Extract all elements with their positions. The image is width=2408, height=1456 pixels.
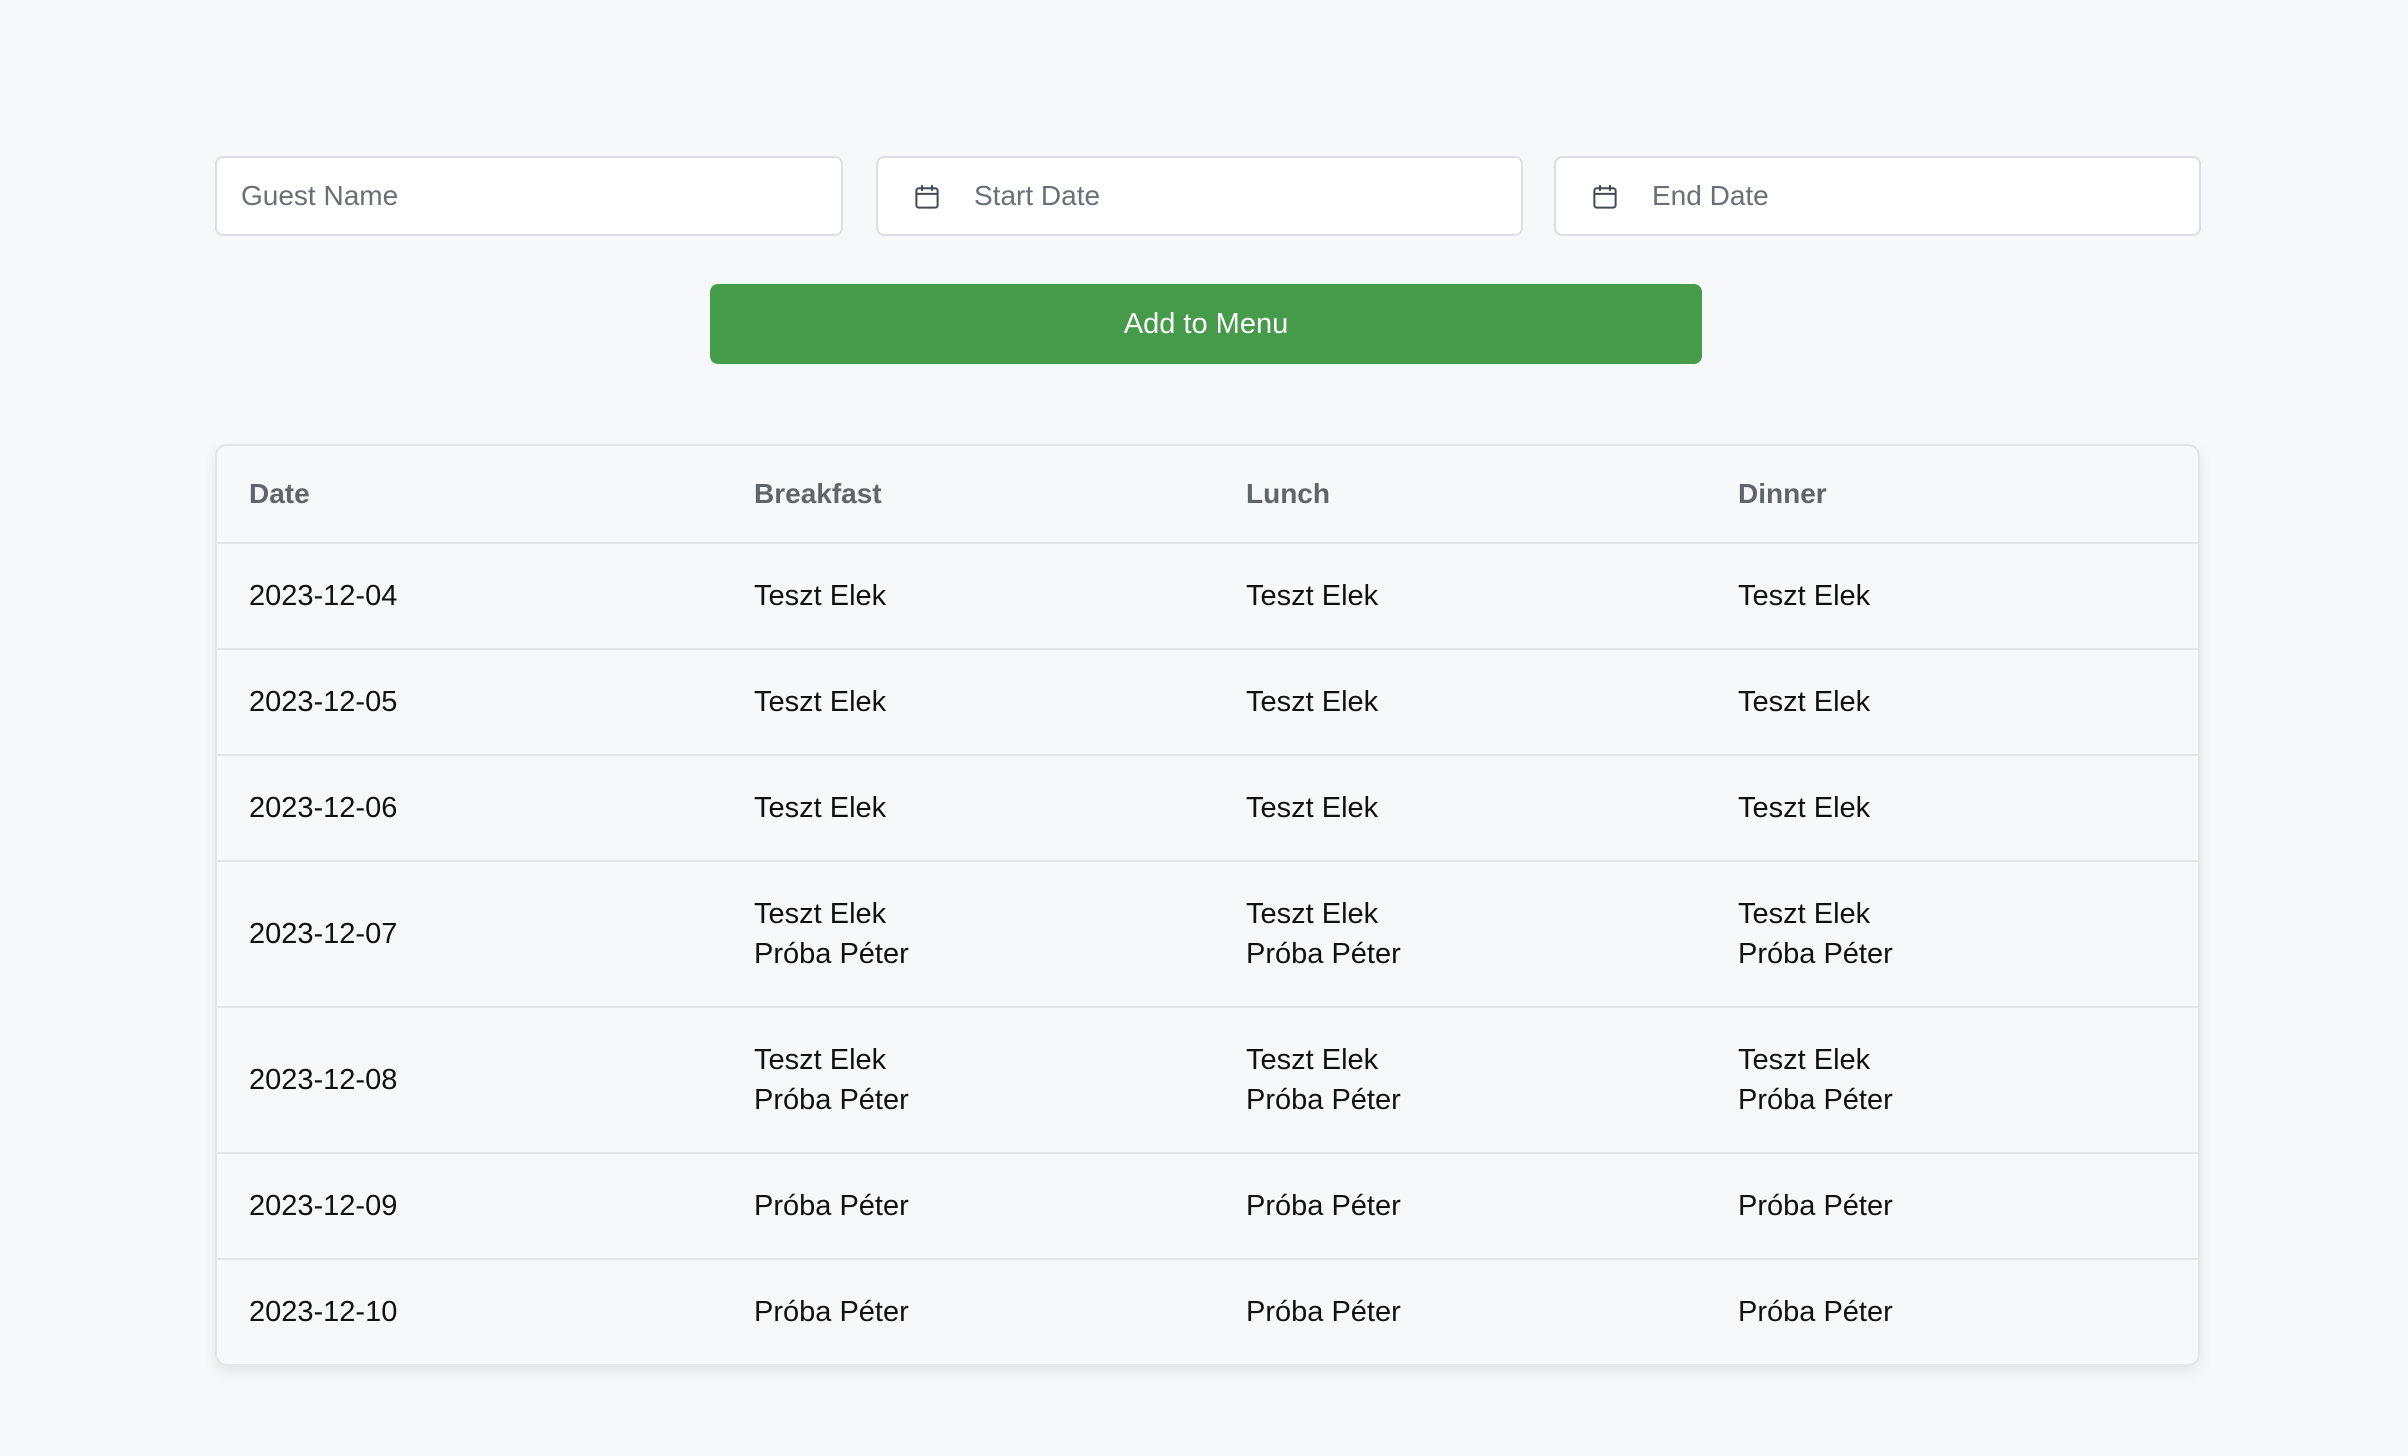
cell-breakfast: Teszt Elek [722,649,1214,756]
table-body: 2023-12-04 Teszt Elek Teszt Elek Teszt Elek… [217,543,2198,1364]
calendar-icon[interactable] [912,182,942,212]
cell-lunch: Próba Péter [1214,1153,1706,1260]
table-header: Date Breakfast Lunch Dinner [217,446,2198,544]
guest-name: Teszt Elek [1246,1044,1379,1076]
table-row: 2023-12-04 Teszt Elek Teszt Elek Teszt Elek [217,543,2198,650]
guest-name-field[interactable] [215,156,843,236]
guest-name-input[interactable] [241,158,821,234]
cell-breakfast: Teszt Elek Próba Péter [722,1007,1214,1154]
cell-lunch: Teszt Elek [1214,649,1706,756]
table-row: 2023-12-09 Próba Péter Próba Péter Próba Pé… [217,1153,2198,1260]
guest-name: Teszt Elek [1246,686,1379,718]
guest-name: Teszt Elek [1738,792,1871,824]
guest-name: Teszt Elek [754,686,887,718]
guest-name: Próba Péter [1738,938,1893,970]
guest-name: Teszt Elek [1738,686,1871,718]
cell-dinner: Teszt Elek [1706,543,2198,650]
cell-date: 2023-12-06 [217,755,722,862]
cell-lunch: Teszt Elek [1214,755,1706,862]
guest-name: Teszt Elek [1246,792,1379,824]
column-header-dinner: Dinner [1706,446,2198,544]
cell-date: 2023-12-08 [217,1007,722,1154]
guest-name: Teszt Elek [1738,898,1871,930]
end-date-field[interactable] [1554,156,2201,236]
cell-dinner: Próba Péter [1706,1153,2198,1260]
cell-dinner: Teszt Elek [1706,755,2198,862]
cell-breakfast: Teszt Elek [722,543,1214,650]
guest-name: Teszt Elek [1738,1044,1871,1076]
calendar-icon[interactable] [1590,182,1620,212]
table-row: 2023-12-10 Próba Péter Próba Péter Próba Pé… [217,1259,2198,1364]
guest-name: Próba Péter [1246,1084,1401,1116]
cell-breakfast: Próba Péter [722,1153,1214,1260]
table-row: 2023-12-05 Teszt Elek Teszt Elek Teszt Elek [217,649,2198,756]
menu-table: Date Breakfast Lunch Dinner 2023-12-04 Te… [217,446,2198,1364]
guest-name: Próba Péter [1738,1190,1893,1222]
table-header-row: Date Breakfast Lunch Dinner [217,446,2198,544]
guest-name: Teszt Elek [754,792,887,824]
cell-date: 2023-12-07 [217,861,722,1008]
guest-name: Teszt Elek [1246,898,1379,930]
table-row: 2023-12-08 Teszt Elek Próba Péter Teszt Ele… [217,1007,2198,1154]
cell-breakfast: Teszt Elek Próba Péter [722,861,1214,1008]
guest-menu-page: Add to Menu Date Breakfast Lunch Dinner … [0,0,2408,1456]
table-row: 2023-12-06 Teszt Elek Teszt Elek Teszt Elek [217,755,2198,862]
guest-name: Próba Péter [754,1084,909,1116]
cell-breakfast: Teszt Elek [722,755,1214,862]
add-to-menu-button[interactable]: Add to Menu [710,284,1702,364]
guest-name: Teszt Elek [1738,580,1871,612]
guest-name: Próba Péter [1246,1190,1401,1222]
guest-name: Próba Péter [754,1190,909,1222]
menu-table-card: Date Breakfast Lunch Dinner 2023-12-04 Te… [215,444,2200,1366]
guest-name: Próba Péter [1738,1084,1893,1116]
guest-name: Teszt Elek [754,898,887,930]
table-row: 2023-12-07 Teszt Elek Próba Péter Teszt Ele… [217,861,2198,1008]
cell-date: 2023-12-04 [217,543,722,650]
column-header-breakfast: Breakfast [722,446,1214,544]
cell-lunch: Teszt Elek Próba Péter [1214,861,1706,1008]
start-date-field[interactable] [876,156,1523,236]
cell-lunch: Teszt Elek [1214,543,1706,650]
guest-name: Próba Péter [1738,1296,1893,1328]
guest-name: Próba Péter [754,938,909,970]
cell-dinner: Teszt Elek [1706,649,2198,756]
cell-breakfast: Próba Péter [722,1259,1214,1364]
cell-date: 2023-12-10 [249,1296,398,1328]
start-date-input[interactable] [974,158,1494,234]
end-date-input[interactable] [1652,158,2172,234]
guest-name: Teszt Elek [754,1044,887,1076]
guest-name: Próba Péter [1246,938,1401,970]
cell-date: 2023-12-05 [217,649,722,756]
cell-date: 2023-12-09 [217,1153,722,1260]
column-header-lunch: Lunch [1214,446,1706,544]
cell-dinner: Teszt Elek Próba Péter [1706,861,2198,1008]
guest-name: Teszt Elek [1246,580,1379,612]
column-header-date: Date [217,446,722,544]
cell-dinner: Próba Péter [1706,1259,2198,1364]
guest-name: Teszt Elek [754,580,887,612]
guest-name: Próba Péter [1246,1296,1401,1328]
cell-dinner: Teszt Elek Próba Péter [1706,1007,2198,1154]
guest-form [215,156,2201,236]
cell-lunch: Próba Péter [1214,1259,1706,1364]
cell-lunch: Teszt Elek Próba Péter [1214,1007,1706,1154]
guest-name: Próba Péter [754,1296,909,1328]
